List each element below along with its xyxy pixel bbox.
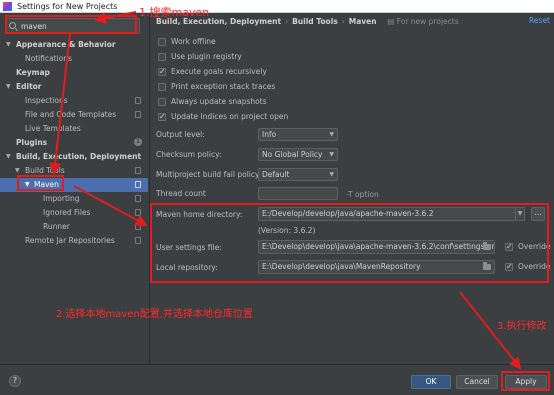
window-title: Settings for New Projects (17, 2, 118, 11)
window-title-bar: Settings for New Projects (0, 0, 554, 13)
sidebar-item-plugins[interactable]: Plugins 1 (0, 136, 148, 150)
ok-button[interactable]: OK (411, 375, 451, 389)
checksum-policy-select[interactable]: No Global Policy ▼ (258, 148, 338, 161)
expand-arrow-icon: ▼ (6, 153, 11, 160)
sidebar-item-live-templates[interactable]: Live Templates (0, 122, 148, 136)
maven-item-highlight-box (17, 175, 64, 191)
sidebar-item-ignored-files[interactable]: Ignored Files (0, 206, 148, 220)
cancel-button[interactable]: Cancel (456, 375, 498, 389)
project-settings-icon (135, 195, 141, 202)
sidebar-item-editor[interactable]: ▼ Editor (0, 80, 148, 94)
fail-policy-select[interactable]: Default ▼ (258, 168, 338, 181)
sidebar-item-runner[interactable]: Runner (0, 220, 148, 234)
checkbox-box (158, 83, 166, 91)
dialog-footer: ? OK Cancel Apply (0, 364, 554, 395)
reset-link[interactable]: Reset (529, 16, 550, 25)
chevron-down-icon: ▼ (329, 171, 334, 178)
sidebar-item-appearance[interactable]: ▼ Appearance & Behavior (0, 38, 148, 52)
sidebar-item-remote-jar-repos[interactable]: Remote Jar Repositories (0, 234, 148, 248)
thread-count-hint: -T option (346, 190, 379, 199)
project-settings-icon (135, 97, 141, 104)
intellij-logo-icon (3, 2, 12, 11)
chevron-down-icon: ▼ (329, 131, 334, 138)
output-level-label: Output level: (156, 130, 205, 139)
checkbox-box (158, 53, 166, 61)
help-icon[interactable]: ? (9, 375, 21, 387)
thread-count-input[interactable] (258, 187, 338, 200)
plugins-update-badge: 1 (134, 138, 142, 146)
sidebar-item-file-templates[interactable]: File and Code Templates (0, 108, 148, 122)
chevron-down-icon: ▼ (329, 151, 334, 158)
step1-annotation: 1.搜索maven (139, 6, 210, 19)
sidebar-item-inspections[interactable]: Inspections (0, 94, 148, 108)
sidebar-item-importing[interactable]: Importing (0, 192, 148, 206)
maven-config-highlight-box (150, 203, 549, 283)
project-settings-icon (135, 167, 141, 174)
project-settings-icon (135, 209, 141, 216)
fail-policy-label: Multiproject build fail policy: (156, 170, 262, 179)
checkbox-box (158, 98, 166, 106)
expand-arrow-icon: ▼ (6, 83, 11, 90)
project-settings-icon (135, 237, 141, 244)
project-settings-icon (135, 181, 141, 188)
checkbox-box (158, 66, 166, 78)
project-settings-icon (135, 111, 141, 118)
sidebar-item-build-execution[interactable]: ▼ Build, Execution, Deployment (0, 150, 148, 164)
step2-annotation: 2.选择本地maven配置,并选择本地仓库位置 (56, 309, 253, 320)
sidebar-item-keymap[interactable]: Keymap (0, 66, 148, 80)
checkbox-box (158, 111, 166, 123)
expand-arrow-icon: ▼ (6, 41, 11, 48)
apply-highlight-box (501, 371, 550, 391)
step3-annotation: 3.执行修改 (497, 321, 547, 332)
thread-count-label: Thread count (156, 189, 206, 198)
checksum-policy-label: Checksum policy: (156, 150, 222, 159)
sidebar-item-notifications[interactable]: Notifications (0, 52, 148, 66)
for-new-projects-note: ▤ For new projects (387, 17, 459, 26)
output-level-select[interactable]: Info ▼ (258, 128, 338, 141)
project-settings-icon (135, 223, 141, 230)
checkbox-box (158, 38, 166, 46)
search-highlight-box (5, 15, 137, 34)
